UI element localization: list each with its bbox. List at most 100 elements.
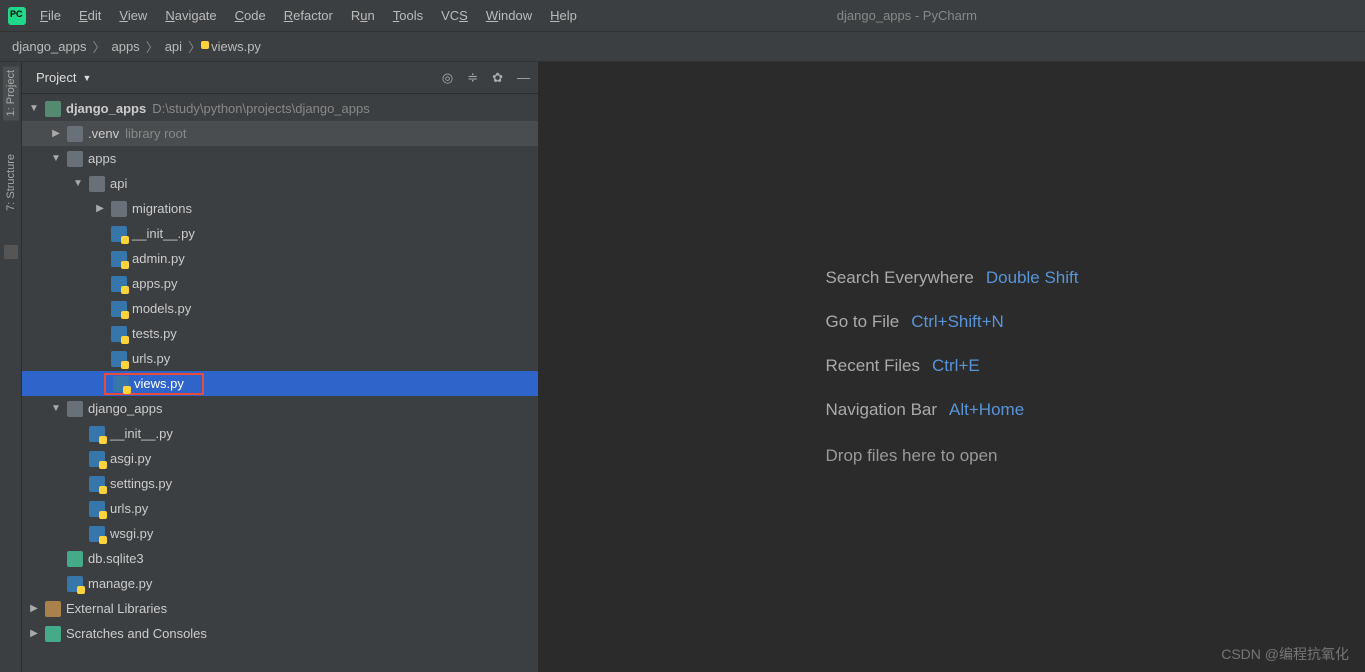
tree-extlib-label: External Libraries [66,601,167,616]
tree-db-label: db.sqlite3 [88,551,144,566]
editor-area[interactable]: Search EverywhereDouble Shift Go to File… [539,62,1365,672]
main-area: 1: Project 7: Structure Project ▼ ◎ ≑ ✿ … [0,62,1365,672]
chevron-right-icon: 〉 [188,37,201,56]
tree-file-label: tests.py [132,326,177,341]
python-file-icon [111,251,127,267]
chevron-down-icon: ▼ [50,153,62,164]
tree-external-libs[interactable]: ▶ External Libraries [22,596,538,621]
python-file-icon [111,351,127,367]
project-sidebar: Project ▼ ◎ ≑ ✿ — ▼ django_apps D:\study… [22,62,539,672]
menu-help[interactable]: Help [550,8,577,23]
tree-file-label: wsgi.py [110,526,153,541]
python-file-icon [89,451,105,467]
tree-migrations[interactable]: ▶ migrations [22,196,538,221]
tree-apps[interactable]: ▼ apps [22,146,538,171]
menu-file[interactable]: File [40,8,61,23]
sidebar-actions: ◎ ≑ ✿ — [442,70,530,86]
tree-file[interactable]: tests.py [22,321,538,346]
tree-file[interactable]: urls.py [22,496,538,521]
tree-root-path: D:\study\python\projects\django_apps [152,101,370,116]
tree-file-label: models.py [132,301,191,316]
gear-icon[interactable]: ✿ [492,70,503,86]
tree-django-apps-pkg[interactable]: ▼ django_apps [22,396,538,421]
tree-file-label: admin.py [132,251,185,266]
tree-file-label: asgi.py [110,451,151,466]
crumb-file[interactable]: views.py [207,39,261,54]
tree-manage[interactable]: manage.py [22,571,538,596]
tree-api-label: api [110,176,127,191]
tree-file[interactable]: urls.py [22,346,538,371]
tree-file[interactable]: admin.py [22,246,538,271]
folder-icon [111,201,127,217]
folder-icon [67,401,83,417]
hide-icon[interactable]: — [517,70,530,86]
titlebar: File Edit View Navigate Code Refactor Ru… [0,0,1365,32]
tree-scratches[interactable]: ▶ Scratches and Consoles [22,621,538,646]
menu-edit[interactable]: Edit [79,8,101,23]
app-icon [8,7,26,25]
hint-key: Alt+Home [949,400,1024,420]
gutter-project[interactable]: 1: Project [3,66,19,120]
tree-pkg-label: django_apps [88,401,162,416]
breadcrumb: django_apps 〉 apps 〉 api 〉 views.py [0,32,1365,62]
sidebar-title-label: Project [36,70,76,85]
sidebar-title[interactable]: Project ▼ [36,70,91,85]
database-icon [67,551,83,567]
hint-row: Recent FilesCtrl+E [826,356,1079,376]
menu-window[interactable]: Window [486,8,532,23]
tree-root-label: django_apps [66,101,146,116]
tool-gutter: 1: Project 7: Structure [0,62,22,672]
main-menu: File Edit View Navigate Code Refactor Ru… [40,8,577,23]
tree-file[interactable]: models.py [22,296,538,321]
chevron-right-icon: 〉 [92,37,105,56]
tree-file[interactable]: asgi.py [22,446,538,471]
menu-run[interactable]: Run [351,8,375,23]
tree-api[interactable]: ▼ api [22,171,538,196]
tree-root[interactable]: ▼ django_apps D:\study\python\projects\d… [22,96,538,121]
crumb-apps[interactable]: apps [111,39,139,54]
menu-view[interactable]: View [119,8,147,23]
tree-file[interactable]: apps.py [22,271,538,296]
python-file-icon [89,426,105,442]
tree-file[interactable]: __init__.py [22,421,538,446]
tree-db[interactable]: db.sqlite3 [22,546,538,571]
hint-row: Search EverywhereDouble Shift [826,268,1079,288]
collapse-icon[interactable]: ≑ [467,70,478,86]
hint-label: Navigation Bar [826,400,938,420]
python-file-icon [67,576,83,592]
menu-vcs[interactable]: VCS [441,8,468,23]
tree-file[interactable]: settings.py [22,471,538,496]
chevron-right-icon: 〉 [146,37,159,56]
tree-file[interactable]: __init__.py [22,221,538,246]
python-file-icon [89,476,105,492]
watermark: CSDN @编程抗氧化 [1221,644,1349,664]
tree-file-label: settings.py [110,476,172,491]
tree-venv-label: .venv [88,126,119,141]
python-file-icon [111,301,127,317]
tree-venv[interactable]: ▶ .venv library root [22,121,538,146]
locate-icon[interactable]: ◎ [442,70,453,86]
gutter-extra-icon[interactable] [4,245,18,259]
tree-apps-label: apps [88,151,116,166]
chevron-down-icon: ▼ [28,103,40,114]
empty-hints: Search EverywhereDouble Shift Go to File… [826,268,1079,466]
crumb-api[interactable]: api [165,39,182,54]
crumb-root[interactable]: django_apps [12,39,86,54]
hint-row: Go to FileCtrl+Shift+N [826,312,1079,332]
menu-code[interactable]: Code [235,8,266,23]
menu-tools[interactable]: Tools [393,8,423,23]
tree-file[interactable]: wsgi.py [22,521,538,546]
tree-file-label: apps.py [132,276,178,291]
gutter-structure[interactable]: 7: Structure [3,150,19,215]
highlight-box: views.py [104,373,204,395]
menu-navigate[interactable]: Navigate [165,8,216,23]
scratches-icon [45,626,61,642]
menu-refactor[interactable]: Refactor [284,8,333,23]
hint-key: Ctrl+Shift+N [911,312,1004,332]
tree-file-label: urls.py [132,351,170,366]
tree-venv-note: library root [125,126,186,141]
tree-file-label: __init__.py [132,226,195,241]
tree-file-label: views.py [134,376,184,391]
tree-file-views[interactable]: views.py [22,371,538,396]
folder-icon [67,151,83,167]
